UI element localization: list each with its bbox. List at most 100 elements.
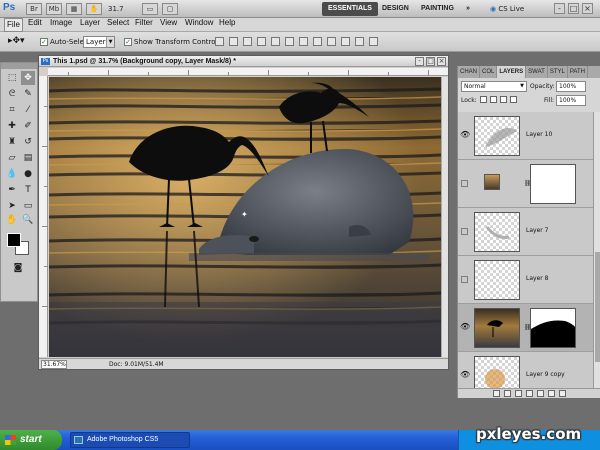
hand-tool-icon[interactable]: ✋ xyxy=(5,213,19,227)
tab-paths[interactable]: PATH xyxy=(568,66,588,78)
eye-icon[interactable] xyxy=(461,276,468,283)
tab-styles[interactable]: STYL xyxy=(548,66,568,78)
tab-swatches[interactable]: SWAT xyxy=(526,66,548,78)
hand-zoom-icon[interactable]: ✋ xyxy=(86,3,102,15)
opacity-field[interactable]: 100% xyxy=(556,81,586,92)
layer-row[interactable]: ⛓ xyxy=(458,160,593,208)
align-bottom-icon[interactable] xyxy=(243,37,252,46)
distribute-hcenter-icon[interactable] xyxy=(355,37,364,46)
layer-style-icon[interactable] xyxy=(504,390,511,397)
align-right-icon[interactable] xyxy=(285,37,294,46)
maximize-button[interactable]: □ xyxy=(568,3,579,14)
menu-image[interactable]: Image xyxy=(50,18,72,32)
eye-icon[interactable]: 👁 xyxy=(460,370,470,380)
foreground-color-swatch[interactable] xyxy=(7,233,21,247)
layer-row[interactable]: Layer 8 xyxy=(458,256,593,304)
link-layers-icon[interactable] xyxy=(493,390,500,397)
eye-icon[interactable]: 👁 xyxy=(460,322,470,332)
menu-file[interactable]: File xyxy=(4,18,23,32)
show-transform-checkbox[interactable]: ✓ xyxy=(124,38,132,46)
document-close-button[interactable]: × xyxy=(437,57,446,66)
blur-tool-icon[interactable]: 💧 xyxy=(5,167,19,181)
taskbar-photoshop-item[interactable]: Adobe Photoshop CS5 xyxy=(70,432,190,448)
healing-brush-tool-icon[interactable]: ✚ xyxy=(5,119,19,133)
more-workspaces-button[interactable]: » xyxy=(460,2,476,16)
auto-select-checkbox[interactable]: ✓ xyxy=(40,38,48,46)
eraser-tool-icon[interactable]: ▱ xyxy=(5,151,19,165)
align-left-icon[interactable] xyxy=(257,37,266,46)
distribute-right-icon[interactable] xyxy=(369,37,378,46)
zoom-level-field[interactable]: 31.7 xyxy=(108,3,140,15)
canvas-vertical-scrollbar[interactable] xyxy=(441,77,448,357)
delete-layer-icon[interactable] xyxy=(559,390,566,397)
add-mask-icon[interactable] xyxy=(515,390,522,397)
brush-tool-icon[interactable]: ✐ xyxy=(21,119,35,133)
layer-row[interactable]: Layer 7 xyxy=(458,208,593,256)
blend-mode-dropdown[interactable]: Normal ▼ xyxy=(461,81,527,92)
arrange-documents-icon[interactable]: ▭ xyxy=(142,3,158,15)
layers-scrollbar[interactable] xyxy=(593,112,600,388)
document-zoom-field[interactable]: 31.67% xyxy=(41,360,67,369)
document-minimize-button[interactable]: - xyxy=(415,57,424,66)
image-canvas[interactable]: ✦ xyxy=(49,77,441,357)
minibridge-icon[interactable]: Mb xyxy=(46,3,62,15)
screen-mode-icon[interactable]: ▢ xyxy=(162,3,178,15)
dodge-tool-icon[interactable]: ● xyxy=(21,167,35,181)
bridge-icon[interactable]: Br xyxy=(26,3,42,15)
distribute-top-icon[interactable] xyxy=(299,37,308,46)
workspace-essentials-button[interactable]: ESSENTIALS xyxy=(322,2,378,16)
crop-tool-icon[interactable]: ⌗ xyxy=(5,103,19,117)
distribute-vcenter-icon[interactable] xyxy=(313,37,322,46)
tools-panel-grip[interactable] xyxy=(1,63,37,69)
minimize-button[interactable]: - xyxy=(554,3,565,14)
menu-view[interactable]: View xyxy=(160,18,177,32)
lock-pixels-icon[interactable] xyxy=(490,96,497,103)
new-layer-icon[interactable] xyxy=(548,390,555,397)
layers-list[interactable]: 👁 Layer 10 ⛓ Layer 7 Layer 8 👁 ⛓ 👁 Layer… xyxy=(458,112,593,388)
document-maximize-button[interactable]: □ xyxy=(426,57,435,66)
workspace-painting-button[interactable]: PAINTING xyxy=(415,2,460,16)
tab-channels[interactable]: CHAN xyxy=(458,66,481,78)
tab-layers[interactable]: LAYERS xyxy=(497,66,527,78)
menu-filter[interactable]: Filter xyxy=(135,18,153,32)
pen-tool-icon[interactable]: ✒ xyxy=(5,183,19,197)
eye-icon[interactable]: 👁 xyxy=(460,130,470,140)
distribute-left-icon[interactable] xyxy=(341,37,350,46)
menu-window[interactable]: Window xyxy=(185,18,213,32)
lock-transparency-icon[interactable] xyxy=(480,96,487,103)
tab-color[interactable]: COL xyxy=(480,66,498,78)
close-button[interactable]: × xyxy=(582,3,593,14)
layer-row[interactable]: 👁 Layer 9 copy xyxy=(458,352,593,388)
workspace-design-button[interactable]: DESIGN xyxy=(376,2,415,16)
eye-icon[interactable] xyxy=(461,180,468,187)
path-selection-tool-icon[interactable]: ➤ xyxy=(5,199,19,213)
marquee-tool-icon[interactable]: ⬚ xyxy=(5,71,19,85)
type-tool-icon[interactable]: T xyxy=(21,183,35,197)
cs-live-button[interactable]: ◉ CS Live xyxy=(490,2,524,16)
adjustment-layer-icon[interactable] xyxy=(526,390,533,397)
quick-mask-icon[interactable]: ◙ xyxy=(11,261,25,275)
align-top-icon[interactable] xyxy=(215,37,224,46)
layer-row[interactable]: 👁 Layer 10 xyxy=(458,112,593,160)
shape-tool-icon[interactable]: ▭ xyxy=(21,199,35,213)
menu-select[interactable]: Select xyxy=(107,18,129,32)
quick-select-tool-icon[interactable]: ✎ xyxy=(21,87,35,101)
zoom-tool-icon[interactable]: 🔍 xyxy=(21,213,35,227)
gradient-tool-icon[interactable]: ▤ xyxy=(21,151,35,165)
move-tool-icon[interactable]: ✥ xyxy=(21,71,35,85)
lasso-tool-icon[interactable]: ᘓ xyxy=(5,87,19,101)
new-group-icon[interactable] xyxy=(537,390,544,397)
view-extras-icon[interactable]: ▦ xyxy=(66,3,82,15)
layer-mask-thumbnail[interactable] xyxy=(530,308,576,348)
lock-position-icon[interactable] xyxy=(500,96,507,103)
document-size-info[interactable]: Doc: 9.01M/51.4M xyxy=(109,359,164,370)
menu-help[interactable]: Help xyxy=(219,18,235,32)
menu-layer[interactable]: Layer xyxy=(80,18,100,32)
align-hcenter-icon[interactable] xyxy=(271,37,280,46)
layer-mask-thumbnail[interactable] xyxy=(530,164,576,204)
start-button[interactable]: start xyxy=(0,430,62,450)
menu-edit[interactable]: Edit xyxy=(28,18,42,32)
auto-select-dropdown[interactable]: Layer ▼ xyxy=(83,36,115,48)
lock-all-icon[interactable] xyxy=(510,96,517,103)
eye-icon[interactable] xyxy=(461,228,468,235)
